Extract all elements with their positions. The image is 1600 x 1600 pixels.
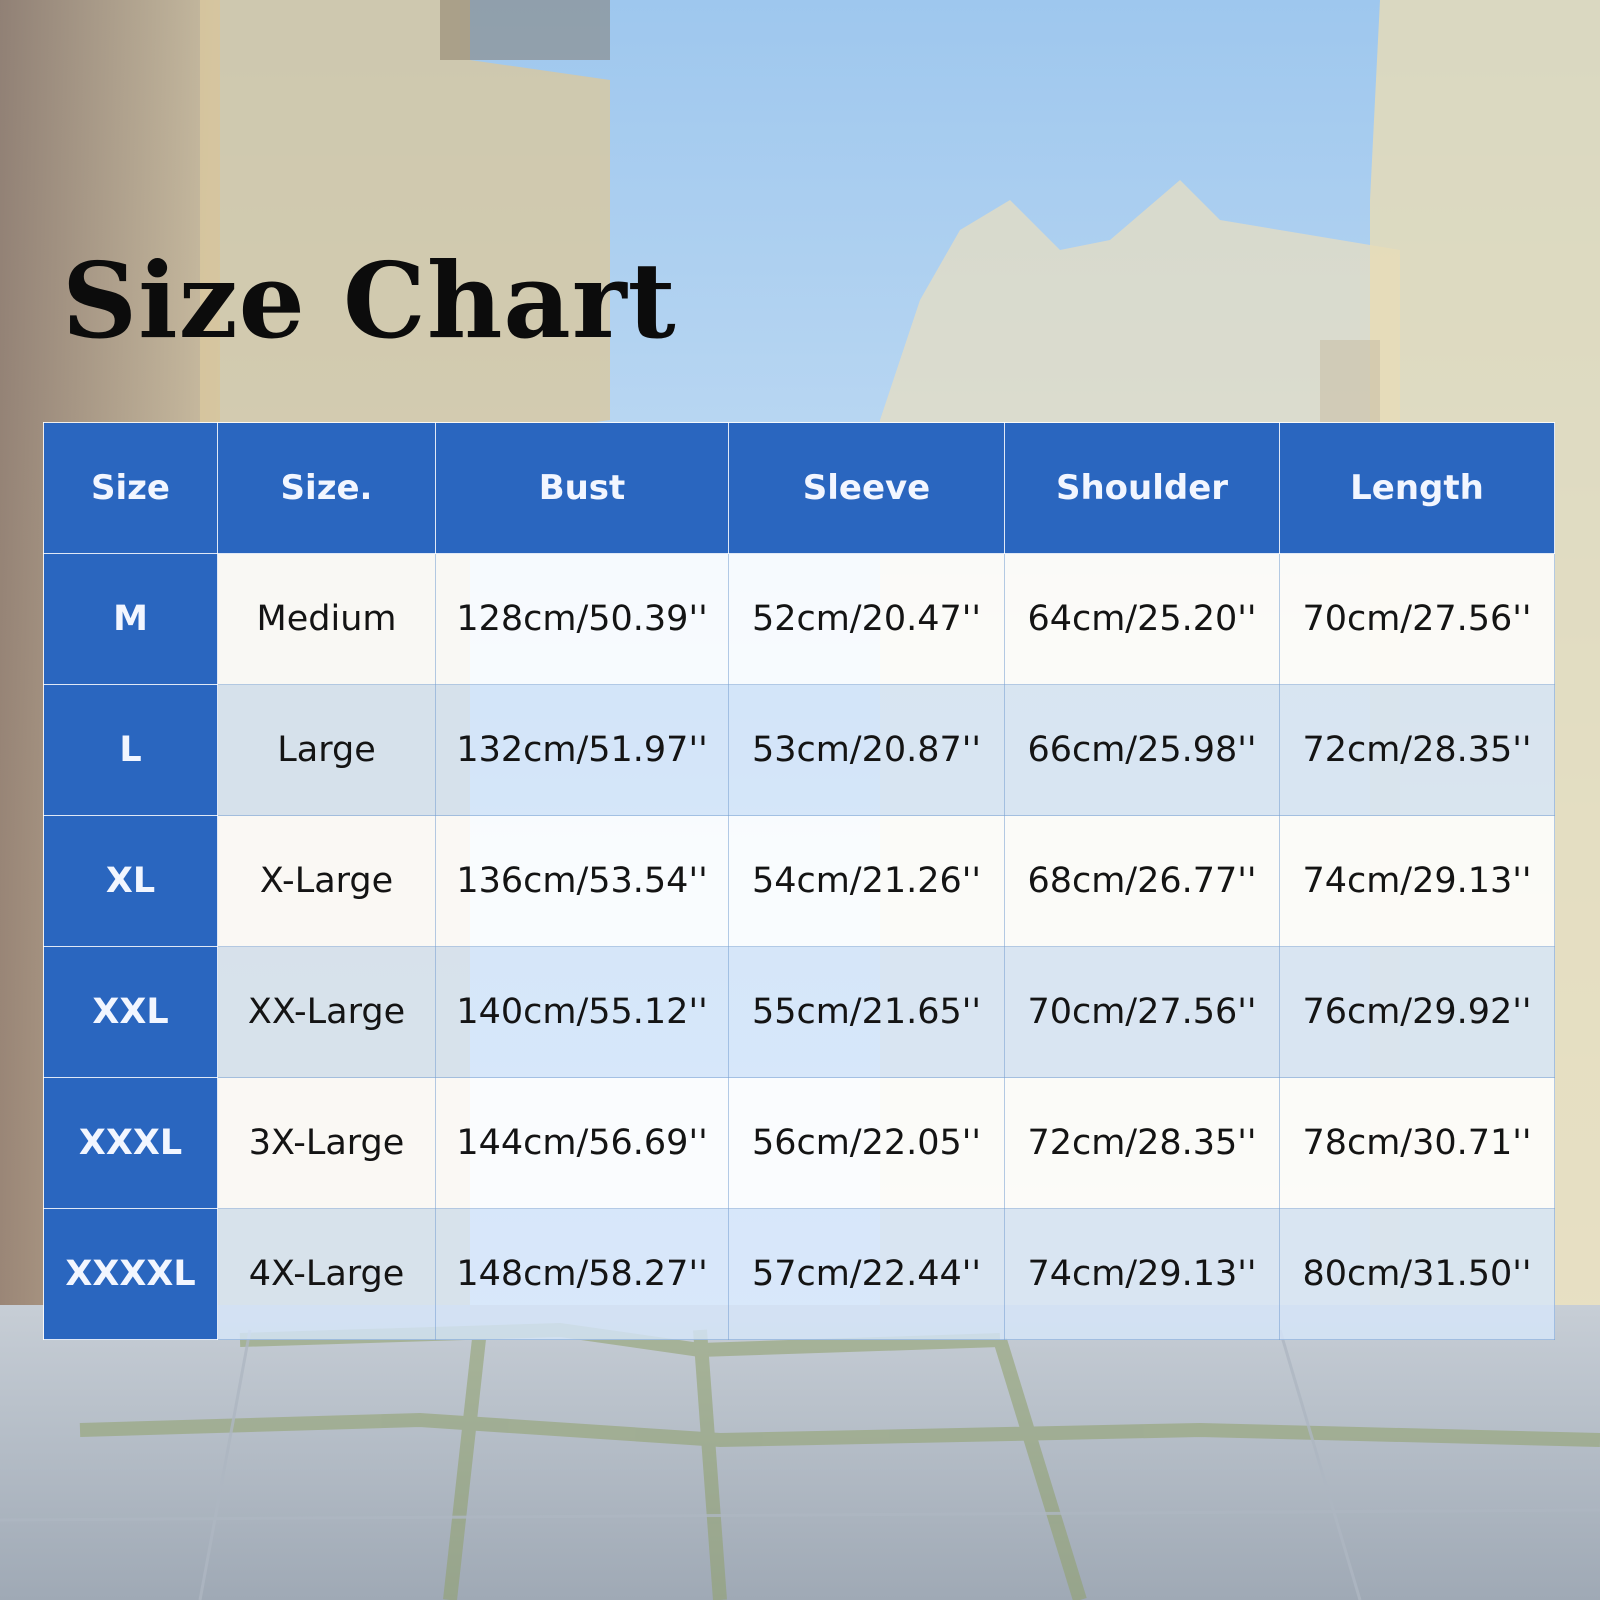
length-value: 74cm/29.13'' (1279, 815, 1555, 947)
length-value: 76cm/29.92'' (1279, 946, 1555, 1078)
sleeve-value: 53cm/20.87'' (728, 684, 1005, 816)
header-length: Length (1279, 422, 1555, 554)
bust-value: 136cm/53.54'' (435, 815, 729, 947)
size-code: XXXXL (43, 1208, 218, 1340)
size-code: XL (43, 815, 218, 947)
size-chart-table: Size Size. Bust Sleeve Shoulder Length M… (43, 422, 1555, 1340)
shoulder-value: 72cm/28.35'' (1004, 1077, 1280, 1209)
sleeve-value: 56cm/22.05'' (728, 1077, 1005, 1209)
size-code: M (43, 553, 218, 685)
sleeve-value: 54cm/21.26'' (728, 815, 1005, 947)
length-value: 70cm/27.56'' (1279, 553, 1555, 685)
shoulder-value: 74cm/29.13'' (1004, 1208, 1280, 1340)
shoulder-value: 66cm/25.98'' (1004, 684, 1280, 816)
length-value: 72cm/28.35'' (1279, 684, 1555, 816)
size-name: Medium (217, 553, 436, 685)
size-name: 3X-Large (217, 1077, 436, 1209)
sleeve-value: 55cm/21.65'' (728, 946, 1005, 1078)
length-value: 78cm/30.71'' (1279, 1077, 1555, 1209)
bust-value: 128cm/50.39'' (435, 553, 729, 685)
size-name: X-Large (217, 815, 436, 947)
shoulder-value: 64cm/25.20'' (1004, 553, 1280, 685)
shoulder-value: 70cm/27.56'' (1004, 946, 1280, 1078)
header-sleeve: Sleeve (728, 422, 1005, 554)
header-shoulder: Shoulder (1004, 422, 1280, 554)
bust-value: 140cm/55.12'' (435, 946, 729, 1078)
sleeve-value: 57cm/22.44'' (728, 1208, 1005, 1340)
header-bust: Bust (435, 422, 729, 554)
bust-value: 132cm/51.97'' (435, 684, 729, 816)
header-row: Size Size. Bust Sleeve Shoulder Length (43, 422, 1555, 554)
size-code: XXL (43, 946, 218, 1078)
shoulder-value: 68cm/26.77'' (1004, 815, 1280, 947)
table-row: L Large 132cm/51.97'' 53cm/20.87'' 66cm/… (43, 684, 1555, 816)
table-row: XXXXL 4X-Large 148cm/58.27'' 57cm/22.44'… (43, 1208, 1555, 1340)
table-row: XXXL 3X-Large 144cm/56.69'' 56cm/22.05''… (43, 1077, 1555, 1209)
size-name: XX-Large (217, 946, 436, 1078)
sleeve-value: 52cm/20.47'' (728, 553, 1005, 685)
header-size: Size (43, 422, 218, 554)
page-title: Size Chart (62, 239, 677, 362)
size-name: Large (217, 684, 436, 816)
length-value: 80cm/31.50'' (1279, 1208, 1555, 1340)
header-size-name: Size. (217, 422, 436, 554)
size-code: XXXL (43, 1077, 218, 1209)
bust-value: 144cm/56.69'' (435, 1077, 729, 1209)
size-name: 4X-Large (217, 1208, 436, 1340)
size-code: L (43, 684, 218, 816)
bust-value: 148cm/58.27'' (435, 1208, 729, 1340)
table-row: M Medium 128cm/50.39'' 52cm/20.47'' 64cm… (43, 553, 1555, 685)
table-row: XL X-Large 136cm/53.54'' 54cm/21.26'' 68… (43, 815, 1555, 947)
table-row: XXL XX-Large 140cm/55.12'' 55cm/21.65'' … (43, 946, 1555, 1078)
